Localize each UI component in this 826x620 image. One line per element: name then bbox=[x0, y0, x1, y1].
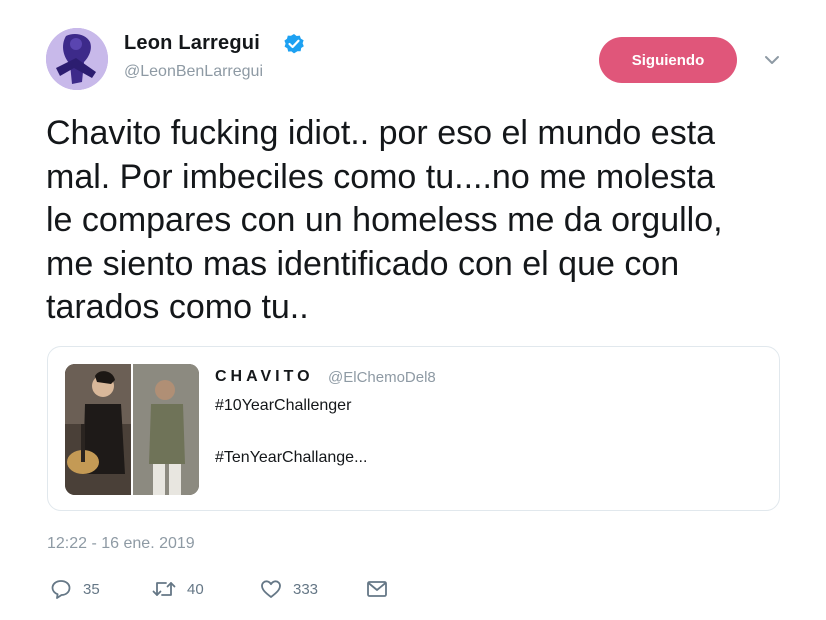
tweet-card: Leon Larregui @LeonBenLarregui Siguiendo… bbox=[0, 0, 826, 620]
retweet-button[interactable]: 40 bbox=[151, 576, 204, 602]
retweet-icon bbox=[151, 577, 177, 601]
quoted-hashtag[interactable]: #TenYearChallange... bbox=[215, 449, 367, 467]
author-name[interactable]: Leon Larregui bbox=[124, 32, 260, 55]
avatar[interactable] bbox=[46, 28, 108, 90]
reply-button[interactable]: 35 bbox=[49, 576, 100, 602]
following-button[interactable]: Siguiendo bbox=[599, 37, 737, 83]
direct-message-button[interactable] bbox=[365, 576, 389, 602]
reply-icon bbox=[49, 577, 73, 601]
verified-badge-icon bbox=[283, 33, 305, 55]
like-button[interactable]: 333 bbox=[259, 576, 318, 602]
chevron-down-icon[interactable] bbox=[762, 52, 782, 68]
tweet-timestamp[interactable]: 12:22 - 16 ene. 2019 bbox=[47, 535, 195, 553]
heart-icon bbox=[259, 577, 283, 601]
retweet-count: 40 bbox=[187, 580, 204, 598]
quoted-hashtag[interactable]: #10YearChallenger bbox=[215, 397, 351, 415]
quoted-tweet[interactable]: CHAVITO @ElChemoDel8 #10YearChallenger #… bbox=[47, 346, 780, 511]
like-count: 333 bbox=[293, 580, 319, 598]
envelope-icon bbox=[365, 577, 389, 601]
tweet-text: Chavito fucking idiot.. por eso el mundo… bbox=[46, 114, 723, 326]
reply-count: 35 bbox=[83, 580, 100, 598]
author-handle[interactable]: @LeonBenLarregui bbox=[124, 63, 263, 81]
quoted-author-name: CHAVITO bbox=[215, 368, 314, 385]
quoted-author-handle: @ElChemoDel8 bbox=[328, 369, 436, 386]
quoted-tweet-image bbox=[65, 364, 199, 495]
